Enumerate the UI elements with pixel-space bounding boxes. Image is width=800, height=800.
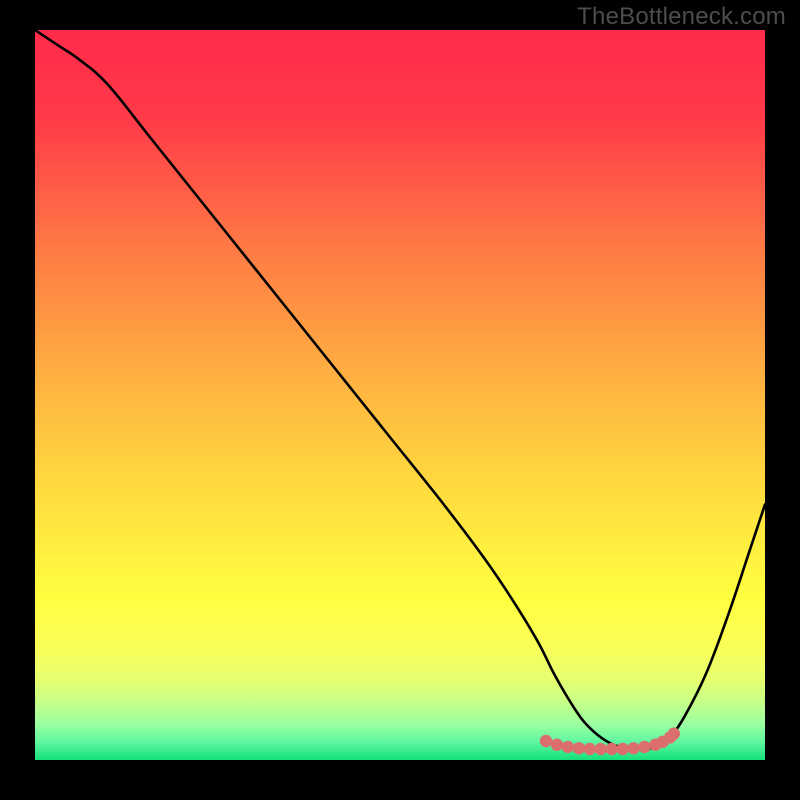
background-gradient	[35, 30, 765, 760]
plot-area	[35, 30, 765, 760]
watermark-text: TheBottleneck.com	[577, 3, 786, 31]
chart-frame: TheBottleneck.com	[0, 0, 800, 800]
